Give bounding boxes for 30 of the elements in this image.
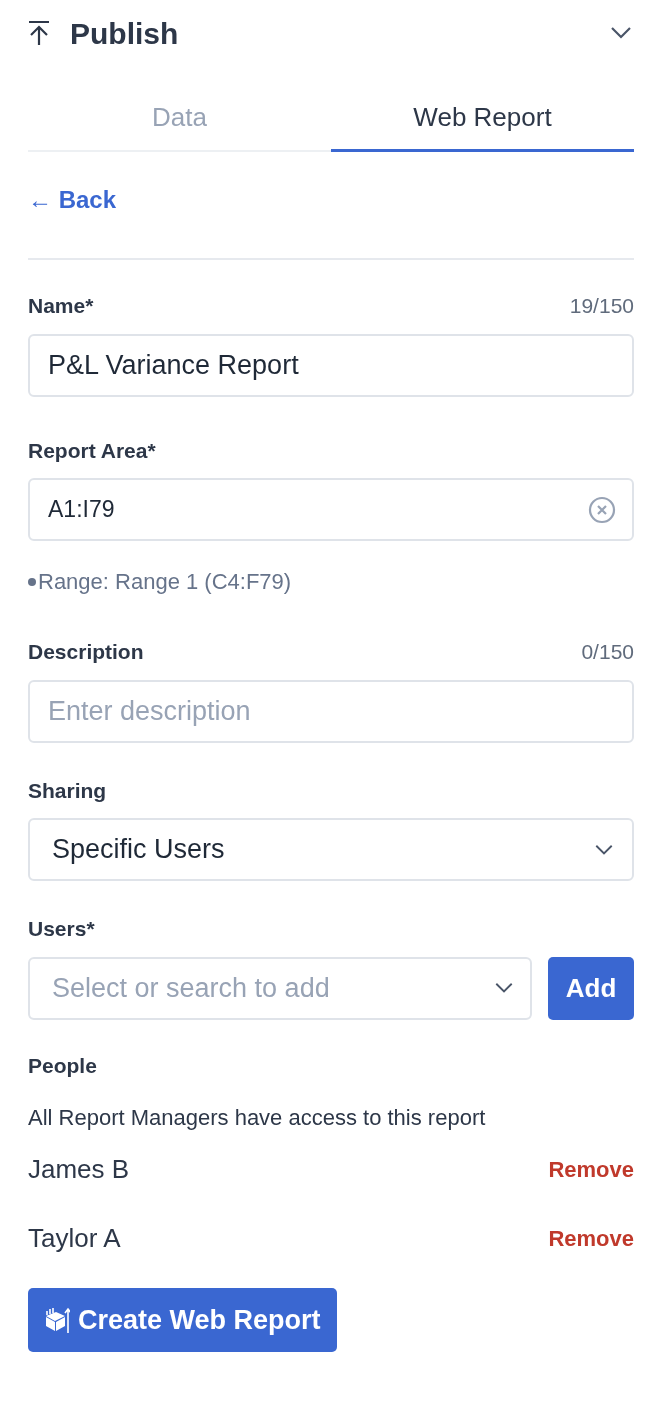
upload-icon bbox=[28, 20, 50, 46]
remove-button[interactable]: Remove bbox=[548, 1222, 634, 1255]
add-button[interactable]: Add bbox=[548, 956, 634, 1020]
sharing-select[interactable]: Specific Users bbox=[28, 818, 634, 881]
clear-icon[interactable] bbox=[588, 495, 616, 524]
section-title: People bbox=[28, 1052, 98, 1079]
panel-title: Publish bbox=[70, 15, 179, 52]
name-field[interactable]: P&L Variance Report bbox=[28, 333, 634, 397]
collapse-toggle[interactable] bbox=[610, 26, 632, 40]
access-note: All Report Managers have access to this report bbox=[28, 1104, 487, 1132]
field-label: Report Area* bbox=[28, 437, 156, 464]
description-field[interactable]: Enter description bbox=[28, 679, 634, 743]
tab[interactable]: Web Report bbox=[331, 84, 634, 152]
character-counter: 0/150 bbox=[581, 639, 634, 665]
range-hint: Range: Range 1 (C4:F79) bbox=[38, 568, 292, 596]
chevron-down-icon bbox=[594, 843, 614, 856]
chevron-down-icon bbox=[494, 982, 514, 994]
report-area-field[interactable]: A1:I79 bbox=[28, 478, 634, 541]
field-label: Sharing bbox=[28, 777, 107, 804]
users-select[interactable]: Select or search to add bbox=[28, 956, 532, 1020]
field-label: Users* bbox=[28, 916, 95, 942]
person-name: Taylor A bbox=[28, 1222, 121, 1255]
character-counter: 19/150 bbox=[569, 293, 634, 319]
remove-button[interactable]: Remove bbox=[548, 1153, 634, 1186]
create-web-report-button[interactable]: Create Web Report bbox=[28, 1288, 337, 1352]
bullet-icon bbox=[28, 577, 36, 586]
field-label: Description bbox=[28, 639, 144, 665]
person-name: James B bbox=[28, 1153, 130, 1186]
field-label: Name* bbox=[28, 293, 94, 319]
back-link[interactable]: ← Back bbox=[28, 182, 117, 218]
